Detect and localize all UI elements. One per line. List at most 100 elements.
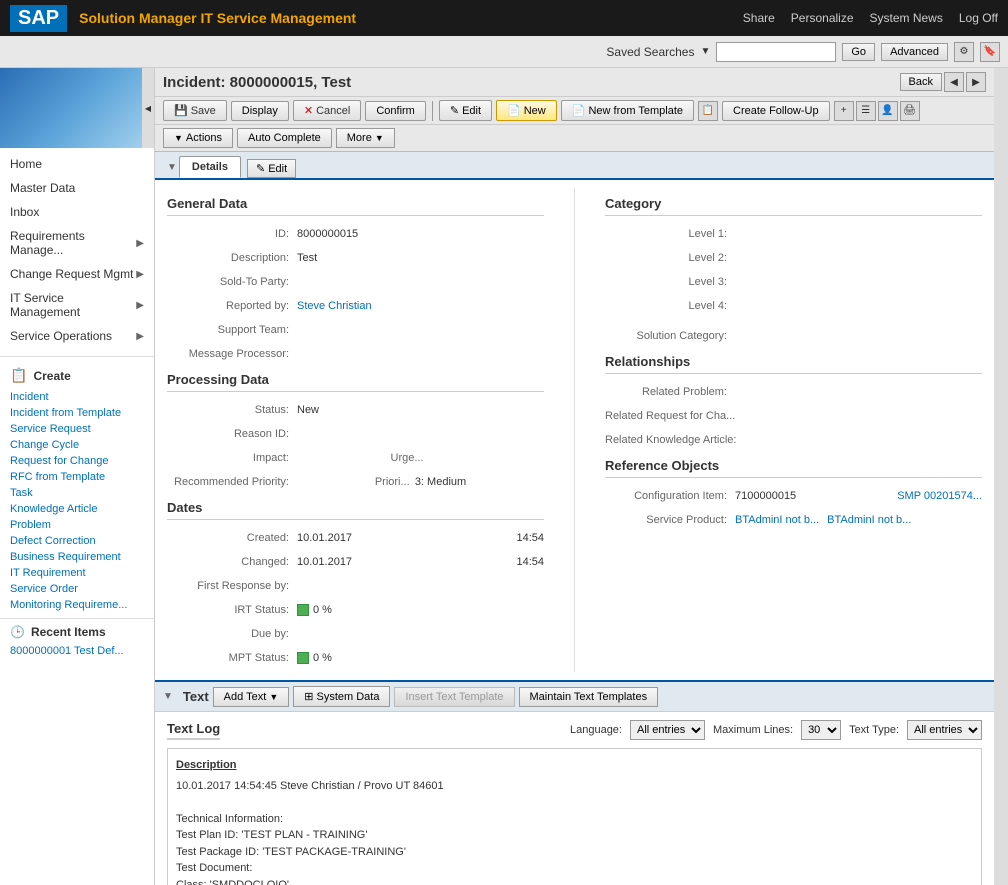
text-collapse-icon[interactable]: ▼ xyxy=(163,691,173,702)
field-description: Description: Test xyxy=(167,248,544,268)
language-select[interactable]: All entries xyxy=(630,720,705,740)
sidebar-item-it-service[interactable]: IT Service Management ▶ xyxy=(0,286,154,324)
tab-details[interactable]: Details xyxy=(179,156,241,178)
field-related-request: Related Request for Cha... xyxy=(605,406,982,426)
sidebar-item-inbox[interactable]: Inbox xyxy=(0,200,154,224)
max-lines-select[interactable]: 30 xyxy=(801,720,841,740)
config-item-link[interactable]: SMP 00201574... xyxy=(897,490,982,502)
create-it-req[interactable]: IT Requirement xyxy=(10,566,144,580)
priority-label: Priori... xyxy=(375,476,415,488)
text-type-select[interactable]: All entries xyxy=(907,720,982,740)
field-level4: Level 4: xyxy=(605,296,982,316)
create-service-order[interactable]: Service Order xyxy=(10,582,144,596)
confirm-button[interactable]: Confirm xyxy=(365,101,426,121)
create-request-change[interactable]: Request for Change xyxy=(10,454,144,468)
actions-dropdown[interactable]: ▼ Actions xyxy=(163,128,233,148)
system-news-link[interactable]: System News xyxy=(870,11,943,25)
new-button[interactable]: 📄 New xyxy=(496,100,557,121)
created-label: Created: xyxy=(167,532,297,544)
copy-icon[interactable]: 📋 xyxy=(698,101,718,121)
auto-complete-button[interactable]: Auto Complete xyxy=(237,128,332,148)
settings-icon[interactable]: ⚙ xyxy=(954,42,974,62)
insert-text-template-button[interactable]: Insert Text Template xyxy=(394,687,514,707)
cancel-button[interactable]: ✕ Cancel xyxy=(293,100,361,121)
main-layout: ◀ Home Master Data Inbox Requirements Ma… xyxy=(0,68,1008,885)
left-column: General Data ID: 8000000015 Description:… xyxy=(167,188,544,672)
share-link[interactable]: Share xyxy=(743,11,775,25)
field-changed: Changed: 10.01.2017 14:54 xyxy=(167,552,544,572)
changed-time: 14:54 xyxy=(516,556,544,568)
add-text-dropdown[interactable]: Add Text ▼ xyxy=(213,687,290,707)
service-product-value2[interactable]: BTAdminI not b... xyxy=(827,514,911,526)
sidebar-item-change-request[interactable]: Change Request Mgmt ▶ xyxy=(0,262,154,286)
list-icon[interactable]: ☰ xyxy=(856,101,876,121)
search-input[interactable] xyxy=(716,42,836,62)
text-toolbar: ▼ Text Add Text ▼ ⊞ System Data Insert T… xyxy=(155,682,994,712)
display-button[interactable]: Display xyxy=(231,101,289,121)
new-icon: 📄 xyxy=(507,104,521,117)
scrollbar[interactable] xyxy=(994,68,1008,885)
create-business-req[interactable]: Business Requirement xyxy=(10,550,144,564)
back-button[interactable]: Back xyxy=(900,73,942,91)
new-from-template-button[interactable]: 📄 New from Template xyxy=(561,100,694,121)
recommended-priority-label: Recommended Priority: xyxy=(167,476,297,488)
search-bar: Saved Searches ▼ Go Advanced ⚙ 🔖 xyxy=(0,36,1008,68)
id-label: ID: xyxy=(167,228,297,240)
create-monitoring-req[interactable]: Monitoring Requireme... xyxy=(10,598,144,612)
go-button[interactable]: Go xyxy=(842,43,875,61)
recent-item[interactable]: 8000000001 Test Def... xyxy=(10,645,124,657)
changed-label: Changed: xyxy=(167,556,297,568)
system-data-button[interactable]: ⊞ System Data xyxy=(293,686,390,707)
more-dropdown[interactable]: More ▼ xyxy=(336,128,395,148)
category-title: Category xyxy=(605,196,982,216)
add-icon[interactable]: + xyxy=(834,101,854,121)
edit-button[interactable]: ✎ Edit xyxy=(439,100,492,121)
field-reason-id: Reason ID: xyxy=(167,424,544,444)
create-problem[interactable]: Problem xyxy=(10,518,144,532)
log-off-link[interactable]: Log Off xyxy=(959,11,998,25)
reported-by-label: Reported by: xyxy=(167,300,297,312)
create-change-cycle[interactable]: Change Cycle xyxy=(10,438,144,452)
edit-tab-icon: ✎ xyxy=(256,162,265,175)
print-icon[interactable]: 🖨 xyxy=(900,101,920,121)
create-task[interactable]: Task xyxy=(10,486,144,500)
processing-data-title: Processing Data xyxy=(167,372,544,392)
advanced-button[interactable]: Advanced xyxy=(881,43,948,61)
description-label: Description: xyxy=(167,252,297,264)
field-impact: Impact: Urge... xyxy=(167,448,544,468)
field-priority: Recommended Priority: Priori... 3: Mediu… xyxy=(167,472,544,492)
maintain-text-templates-button[interactable]: Maintain Text Templates xyxy=(519,687,659,707)
tab-edit-button[interactable]: ✎ Edit xyxy=(247,159,296,178)
sidebar-collapse-btn[interactable]: ◀ xyxy=(142,68,154,148)
create-service-request[interactable]: Service Request xyxy=(10,422,144,436)
field-id: ID: 8000000015 xyxy=(167,224,544,244)
general-data-title: General Data xyxy=(167,196,544,216)
sidebar-item-master-data[interactable]: Master Data xyxy=(0,176,154,200)
create-rfc-template[interactable]: RFC from Template xyxy=(10,470,144,484)
service-product-value1[interactable]: BTAdminI not b... xyxy=(735,514,819,526)
service-product-label: Service Product: xyxy=(605,514,735,526)
nav-forward-icon[interactable]: ▶ xyxy=(966,72,986,92)
create-defect-correction[interactable]: Defect Correction xyxy=(10,534,144,548)
user-icon[interactable]: 👤 xyxy=(878,101,898,121)
reported-by-value[interactable]: Steve Christian xyxy=(297,300,372,312)
recent-section: 🕒 Recent Items 8000000001 Test Def... xyxy=(0,618,154,663)
create-incident[interactable]: Incident xyxy=(10,390,144,404)
sidebar-item-home[interactable]: Home xyxy=(0,152,154,176)
create-knowledge-article[interactable]: Knowledge Article xyxy=(10,502,144,516)
bookmark-icon[interactable]: 🔖 xyxy=(980,42,1000,62)
mpt-status-indicator xyxy=(297,652,309,664)
create-incident-template[interactable]: Incident from Template xyxy=(10,406,144,420)
log-entry: 10.01.2017 14:54:45 Steve Christian / Pr… xyxy=(176,778,973,795)
related-problem-label: Related Problem: xyxy=(605,386,735,398)
save-button[interactable]: 💾 Save xyxy=(163,100,227,121)
collapse-icon[interactable]: ▼ xyxy=(167,162,177,173)
sidebar-item-requirements[interactable]: Requirements Manage... ▶ xyxy=(0,224,154,262)
create-follow-up-button[interactable]: Create Follow-Up xyxy=(722,101,830,121)
sold-to-label: Sold-To Party: xyxy=(167,276,297,288)
sidebar-item-service-ops[interactable]: Service Operations ▶ xyxy=(0,324,154,348)
nav-back-icon[interactable]: ◀ xyxy=(944,72,964,92)
personalize-link[interactable]: Personalize xyxy=(791,11,854,25)
irt-percent: 0 % xyxy=(313,604,332,616)
recent-header: 🕒 Recent Items xyxy=(10,625,144,639)
